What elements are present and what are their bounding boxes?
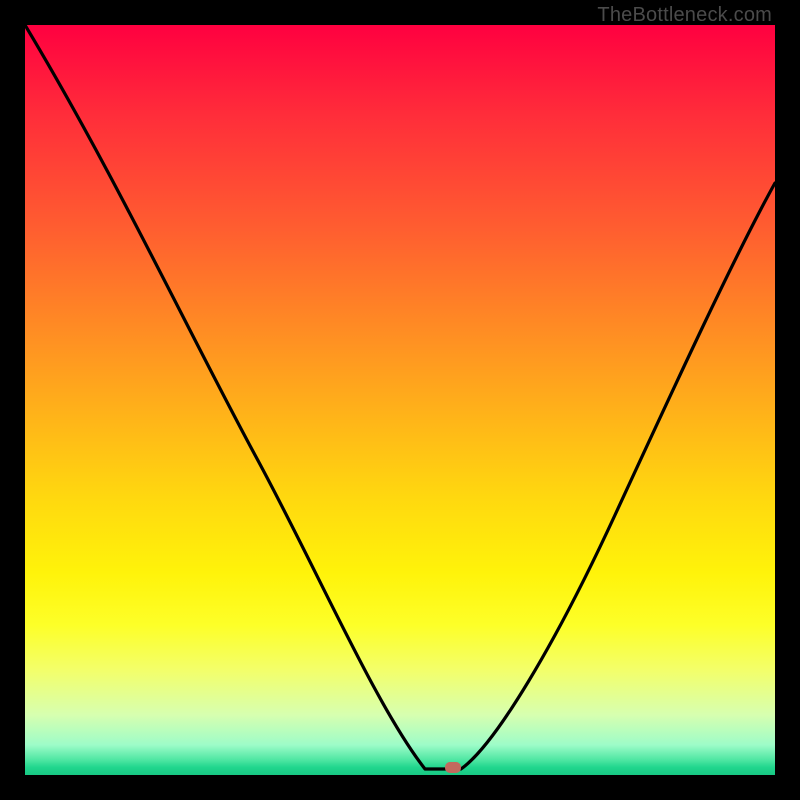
- chart-stage: TheBottleneck.com: [0, 0, 800, 800]
- bottleneck-curve: [25, 25, 775, 775]
- curve-path: [25, 25, 775, 769]
- watermark-text: TheBottleneck.com: [597, 4, 772, 27]
- plot-area: [25, 25, 775, 775]
- optimal-point-marker: [445, 762, 461, 773]
